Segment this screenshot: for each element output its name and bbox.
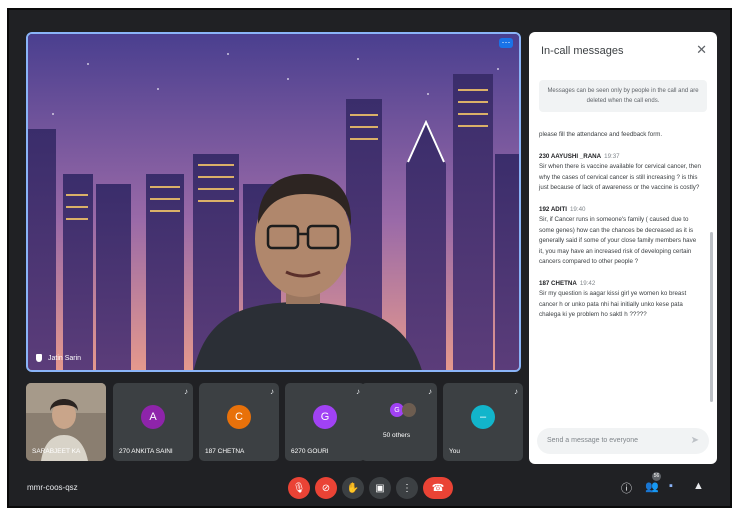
chat-title: In-call messages [541,45,624,57]
message-sender: 192 ADITI [539,205,567,213]
mic-off-icon: ♪ [514,387,518,396]
participant-name: 270 ANKITA SAINI [119,448,173,455]
more-options-button[interactable]: ⋮ [396,477,418,499]
avatar: G [313,405,337,429]
mic-toggle-button[interactable]: 🎙 [288,477,310,499]
main-participant-label: Jatin Sarin [36,354,81,362]
hang-up-icon: ☎ [431,482,445,494]
activities-icon[interactable]: ▲ [693,480,704,492]
camera-toggle-button[interactable]: ⊘ [315,477,337,499]
message-sender: 230 AAYUSHI _RANA [539,152,602,160]
mic-off-icon: ♪ [356,387,360,396]
present-icon: ▣ [375,482,385,494]
participant-name: You [449,448,460,455]
people-icon[interactable]: 👥 [645,480,659,493]
avatar-photo [402,403,416,417]
chat-message: 187 CHETNA 19:42 Sir my question is aagar… [539,279,701,321]
message-time: 19:37 [604,152,620,160]
raise-hand-button[interactable]: ✋ [342,477,364,499]
send-icon[interactable]: ➤ [691,428,699,454]
info-icon[interactable]: ⓘ [621,480,632,496]
mic-off-icon: ♪ [270,387,274,396]
chat-messages: please fill the attendance and feedback … [539,130,701,332]
main-participant-name: Jatin Sarin [48,354,82,362]
avatar: C [227,405,251,429]
mic-off-icon: ♪ [428,387,432,396]
participant-tile[interactable]: ♪ C 187 CHETNA [199,383,279,461]
chat-input-placeholder: Send a message to everyone [547,437,639,444]
main-video[interactable]: ⋯ Jatin Sarin [26,32,521,372]
message-text: Sir, if Cancer runs in someone's family … [539,216,697,265]
others-count: 50 others [383,432,411,439]
video-frame [28,34,519,370]
participant-tile[interactable]: ♪ A 270 ANKITA SAINI [113,383,193,461]
self-avatar: – [471,405,495,429]
more-vert-icon: ⋮ [402,482,412,494]
message-sender: 187 CHETNA [539,279,577,287]
others-tile[interactable]: ♪ G 50 others [361,383,437,461]
pin-icon [36,354,42,362]
mic-off-icon: ♪ [184,387,188,396]
chat-scrollbar[interactable] [710,232,713,402]
chat-message: please fill the attendance and feedback … [539,130,701,141]
chat-input[interactable]: Send a message to everyone ➤ [537,428,709,454]
participant-tile[interactable]: SARABJEET KA [26,383,106,461]
close-icon[interactable]: ✕ [696,42,707,58]
avatar: A [141,405,165,429]
meet-window: ⋯ Jatin Sarin SARABJEET KA ♪ A 270 ANKIT… [7,8,732,508]
leave-call-button[interactable]: ☎ [423,477,453,499]
message-text: please fill the attendance and feedback … [539,131,663,138]
participant-name: 187 CHETNA [205,448,245,455]
self-tile[interactable]: ♪ – You [443,383,523,461]
message-time: 19:40 [569,205,586,213]
chat-panel: In-call messages ✕ Messages can be seen … [529,32,717,464]
participant-name: 6270 GOURI [291,448,329,455]
chat-message: 192 ADITI 19:40 Sir, if Cancer runs in so… [539,205,701,268]
mic-off-icon: 🎙 [292,482,306,494]
participant-tile[interactable]: ♪ G 6270 GOURI [285,383,365,461]
chat-message: 230 AAYUSHI _RANA 19:37 Sir when there is… [539,152,701,194]
meeting-code: mmr-coos-qsz [27,483,78,492]
chat-icon[interactable]: ▪ [669,480,673,492]
message-text: Sir when there is vaccine available for … [539,163,701,191]
hand-icon: ✋ [346,482,360,494]
message-text: Sir my question is aagar kissi girl ye w… [539,290,687,318]
people-count-badge: 56 [652,472,661,481]
camera-off-icon: ⊘ [321,482,331,494]
chat-notice: Messages can be seen only by people in t… [539,80,707,112]
more-options-icon[interactable]: ⋯ [499,38,513,48]
participant-name: SARABJEET KA [32,448,81,455]
present-button[interactable]: ▣ [369,477,391,499]
message-time: 19:42 [579,279,596,287]
